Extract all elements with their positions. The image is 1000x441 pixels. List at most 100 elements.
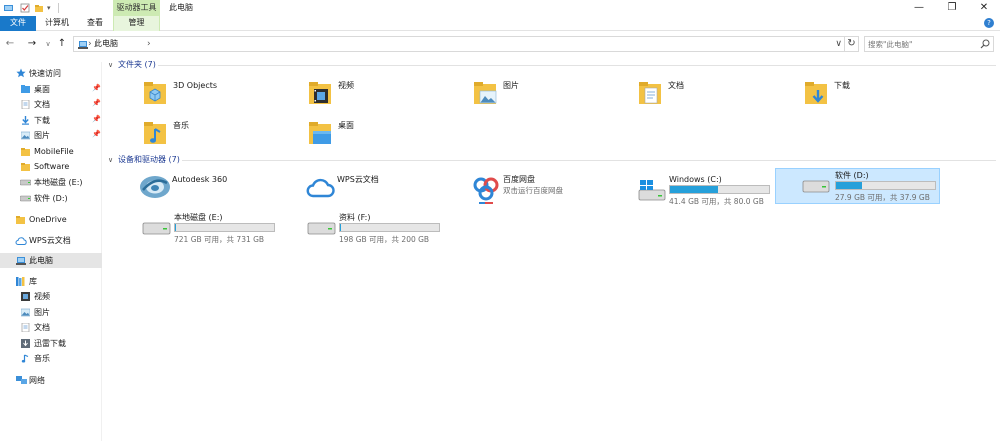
sidebar-item-mobilefile[interactable]: MobileFile bbox=[0, 144, 102, 159]
up-button[interactable]: ↑ bbox=[56, 37, 68, 51]
navigation-pane: 快速访问 桌面 📌 文档 📌 下载 📌 图片 📌 MobileFile Soft… bbox=[0, 62, 102, 441]
device-item-drive-f[interactable]: 资料 (F:) 198 GB 可用，共 200 GB bbox=[305, 210, 469, 246]
breadcrumb-chevron-icon[interactable]: › bbox=[147, 37, 151, 51]
quick-access-divider bbox=[58, 3, 59, 13]
folder-item-documents[interactable]: 文档 bbox=[638, 80, 798, 112]
drive-usage-bar bbox=[174, 223, 275, 232]
tab-manage[interactable]: 管理 bbox=[113, 16, 160, 31]
folder-item-music[interactable]: 音乐 bbox=[143, 120, 303, 152]
sidebar-item-label: 下载 bbox=[34, 116, 50, 125]
minimize-button[interactable]: — bbox=[904, 0, 934, 16]
help-icon[interactable]: ? bbox=[984, 18, 994, 28]
group-title: 设备和驱动器 (7) bbox=[118, 155, 180, 164]
sidebar-item-label: 图片 bbox=[34, 131, 50, 140]
documents-folder-icon bbox=[21, 99, 30, 111]
sidebar-item-label: 快速访问 bbox=[29, 69, 61, 78]
back-button[interactable]: ← bbox=[4, 37, 16, 51]
folder-item-3d-objects[interactable]: 3D Objects bbox=[143, 80, 303, 112]
chevron-down-icon[interactable]: ∨ bbox=[108, 59, 113, 71]
sidebar-item-desktop[interactable]: 桌面 📌 bbox=[0, 82, 102, 97]
forward-button[interactable]: → bbox=[26, 37, 38, 51]
folder-label: 视频 bbox=[338, 81, 354, 90]
device-item-drive-d[interactable]: 软件 (D:) 27.9 GB 可用，共 37.9 GB bbox=[775, 168, 940, 204]
onedrive-icon bbox=[16, 215, 25, 226]
device-item-baidu-netdisk[interactable]: 百度网盘 双击运行百度网盘 bbox=[469, 172, 633, 208]
pin-icon[interactable]: 📌 bbox=[92, 99, 101, 107]
maximize-button[interactable]: ❐ bbox=[937, 0, 967, 16]
device-item-drive-e[interactable]: 本地磁盘 (E:) 721 GB 可用，共 731 GB bbox=[140, 210, 304, 246]
pin-icon[interactable]: 📌 bbox=[92, 130, 101, 138]
device-item-wps-cloud[interactable]: WPS云文档 bbox=[303, 172, 467, 208]
download-library-icon bbox=[21, 339, 30, 350]
drive-usage-bar bbox=[835, 181, 936, 190]
sidebar-item-lib-music[interactable]: 音乐 bbox=[0, 351, 102, 366]
folder-item-pictures[interactable]: 图片 bbox=[473, 80, 633, 112]
device-label: 资料 (F:) bbox=[339, 213, 371, 222]
sidebar-item-wps-cloud[interactable]: WPS云文档 bbox=[0, 233, 102, 248]
contextual-tab-group-drive-tools: 驱动器工具 bbox=[113, 0, 160, 16]
star-icon bbox=[16, 68, 26, 80]
sidebar-item-label: 迅雷下载 bbox=[34, 339, 66, 348]
group-title: 文件夹 (7) bbox=[118, 60, 156, 69]
videos-library-icon bbox=[21, 292, 30, 303]
sidebar-item-this-pc[interactable]: 此电脑 bbox=[0, 253, 102, 268]
search-input[interactable] bbox=[865, 37, 977, 51]
device-label: 本地磁盘 (E:) bbox=[174, 213, 223, 222]
sidebar-item-pictures[interactable]: 图片 📌 bbox=[0, 128, 102, 143]
sidebar-item-drive-d[interactable]: 软件 (D:) bbox=[0, 191, 102, 206]
search-box[interactable] bbox=[864, 36, 994, 52]
sidebar-item-label: MobileFile bbox=[34, 147, 74, 156]
drive-icon bbox=[19, 195, 32, 204]
sidebar-item-label: 本地磁盘 (E:) bbox=[34, 178, 83, 187]
sidebar-item-lib-pictures[interactable]: 图片 bbox=[0, 305, 102, 320]
drive-usage-fill bbox=[340, 224, 342, 231]
recent-locations-button[interactable]: ∨ bbox=[42, 37, 54, 51]
sidebar-item-quick-access[interactable]: 快速访问 bbox=[0, 66, 102, 81]
address-history-dropdown[interactable]: ∨ bbox=[835, 37, 842, 51]
breadcrumb-this-pc[interactable]: 此电脑 bbox=[94, 37, 118, 51]
sidebar-item-network[interactable]: 网络 bbox=[0, 373, 102, 388]
quick-access-dropdown-icon[interactable]: ▾ bbox=[47, 3, 57, 13]
device-item-autodesk-360[interactable]: Autodesk 360 bbox=[138, 172, 302, 208]
sidebar-item-libraries[interactable]: 库 bbox=[0, 274, 102, 289]
library-icon bbox=[16, 277, 25, 288]
device-label: Autodesk 360 bbox=[172, 175, 228, 184]
pin-icon[interactable]: 📌 bbox=[92, 84, 101, 92]
address-bar[interactable]: › 此电脑 › ∨ bbox=[73, 36, 845, 52]
autodesk-360-icon bbox=[139, 174, 171, 202]
sidebar-item-lib-videos[interactable]: 视频 bbox=[0, 289, 102, 304]
drive-icon bbox=[142, 220, 172, 238]
folder-label: 桌面 bbox=[338, 121, 354, 130]
breadcrumb-chevron-icon[interactable]: › bbox=[88, 37, 92, 51]
pin-icon[interactable]: 📌 bbox=[92, 115, 101, 123]
sidebar-item-documents[interactable]: 文档 📌 bbox=[0, 97, 102, 112]
sidebar-item-onedrive[interactable]: OneDrive bbox=[0, 212, 102, 227]
folder-item-videos[interactable]: 视频 bbox=[308, 80, 468, 112]
close-button[interactable]: ✕ bbox=[969, 0, 999, 16]
folder-item-desktop[interactable]: 桌面 bbox=[308, 120, 468, 152]
search-icon[interactable] bbox=[980, 39, 990, 51]
wps-cloud-icon bbox=[305, 176, 335, 200]
network-icon bbox=[16, 376, 27, 387]
chevron-down-icon[interactable]: ∨ bbox=[108, 154, 113, 166]
sidebar-item-label: 软件 (D:) bbox=[34, 194, 68, 203]
sidebar-item-software[interactable]: Software bbox=[0, 159, 102, 174]
sidebar-item-lib-documents[interactable]: 文档 bbox=[0, 320, 102, 335]
explorer-app-icon[interactable] bbox=[4, 3, 14, 13]
tab-computer[interactable]: 计算机 bbox=[38, 16, 76, 31]
properties-icon[interactable] bbox=[20, 3, 30, 13]
title-bar: ▾ 驱动器工具 此电脑 — ❐ ✕ bbox=[0, 0, 1000, 16]
folder-label: 图片 bbox=[503, 81, 519, 90]
folder-label: 文档 bbox=[668, 81, 684, 90]
sidebar-item-drive-e[interactable]: 本地磁盘 (E:) bbox=[0, 175, 102, 190]
tab-view[interactable]: 查看 bbox=[78, 16, 112, 31]
sidebar-item-lib-xunlei[interactable]: 迅雷下载 bbox=[0, 336, 102, 351]
pictures-folder-icon bbox=[20, 131, 31, 142]
sidebar-item-downloads[interactable]: 下载 📌 bbox=[0, 113, 102, 128]
new-folder-icon[interactable] bbox=[34, 3, 44, 13]
drive-usage-fill bbox=[175, 224, 177, 231]
drive-icon bbox=[802, 178, 830, 196]
refresh-button[interactable]: ↻ bbox=[845, 36, 859, 52]
folder-item-downloads[interactable]: 下载 bbox=[804, 80, 964, 112]
tab-file[interactable]: 文件 bbox=[0, 16, 36, 31]
